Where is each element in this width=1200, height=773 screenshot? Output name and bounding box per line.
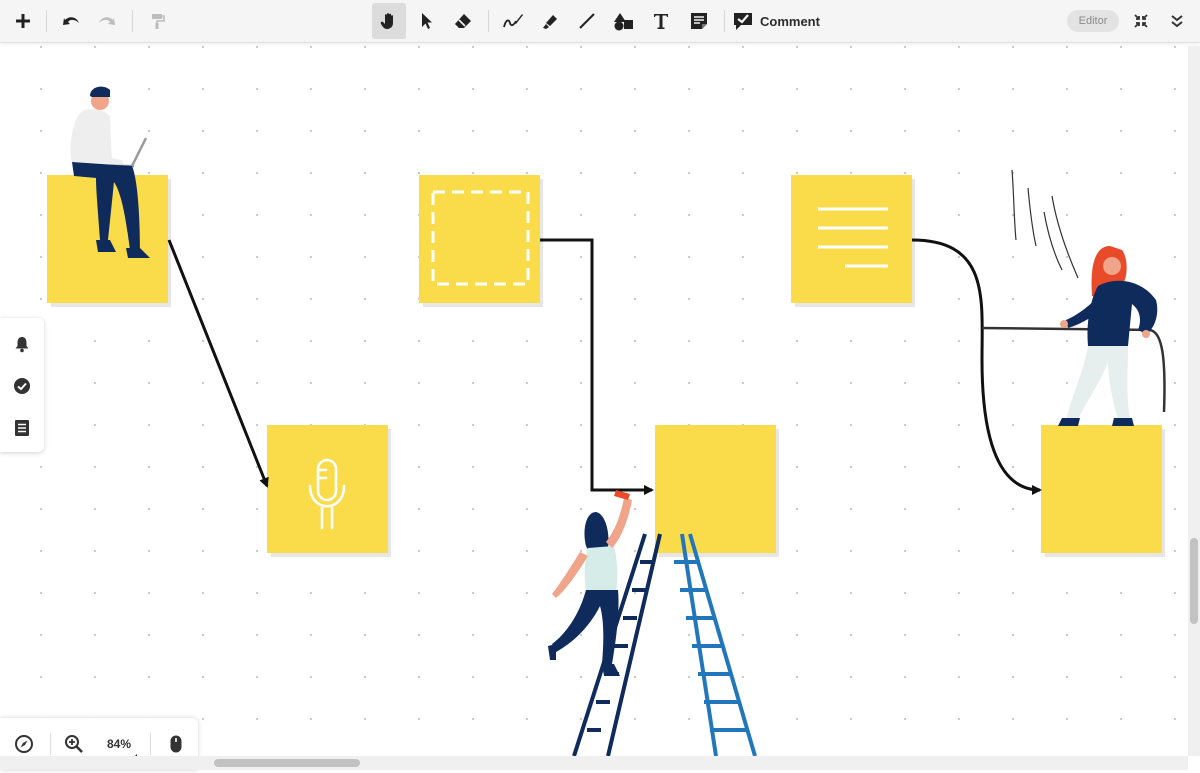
format-painter-button[interactable] bbox=[140, 3, 174, 39]
zoom-in-button[interactable] bbox=[60, 730, 88, 758]
vertical-scrollbar[interactable] bbox=[1188, 46, 1200, 756]
highlighter-icon bbox=[543, 15, 557, 29]
pen-icon bbox=[503, 14, 523, 28]
line-icon bbox=[579, 13, 595, 29]
connector-2 bbox=[540, 238, 654, 495]
check-circle-icon bbox=[14, 378, 30, 394]
eraser-icon bbox=[455, 14, 471, 28]
zoom-in-icon bbox=[65, 735, 83, 753]
zoom-bar-separator bbox=[50, 733, 51, 755]
editor-role-badge[interactable]: Editor bbox=[1067, 10, 1119, 32]
sticky-text-lines[interactable] bbox=[791, 175, 915, 307]
comment-label: Comment bbox=[760, 13, 820, 29]
tasks-button[interactable] bbox=[8, 372, 36, 400]
sticky-note-tool-button[interactable] bbox=[682, 3, 716, 39]
paint-roller-icon bbox=[152, 14, 165, 29]
pen-tool-button[interactable] bbox=[496, 3, 530, 39]
hand-tool-button[interactable] bbox=[372, 3, 406, 39]
shapes-tool-button[interactable] bbox=[606, 3, 640, 39]
eraser-tool-button[interactable] bbox=[446, 3, 480, 39]
mouse-icon bbox=[170, 735, 182, 753]
list-icon bbox=[15, 420, 29, 436]
cursor-arrow-icon bbox=[422, 13, 432, 29]
fullscreen-button[interactable] bbox=[1124, 3, 1158, 39]
line-tool-button[interactable] bbox=[570, 3, 604, 39]
redo-button[interactable] bbox=[90, 3, 124, 39]
sticky-ladder-target[interactable] bbox=[655, 425, 779, 557]
add-button[interactable] bbox=[6, 3, 40, 39]
add-icon bbox=[16, 14, 30, 28]
collapse-arrows-icon bbox=[1134, 14, 1148, 28]
highlighter-tool-button[interactable] bbox=[534, 3, 568, 39]
undo-icon bbox=[63, 17, 79, 25]
more-options-button[interactable] bbox=[1160, 3, 1194, 39]
compass-icon bbox=[15, 735, 33, 753]
toolbar-separator bbox=[724, 10, 725, 32]
select-tool-button[interactable] bbox=[410, 3, 444, 39]
canvas-scene bbox=[47, 86, 1166, 757]
horizontal-scrollbar[interactable] bbox=[0, 756, 1188, 770]
connector-1 bbox=[167, 239, 269, 488]
zoom-level[interactable]: 84% bbox=[100, 734, 138, 754]
shapes-icon bbox=[614, 13, 633, 31]
hand-icon bbox=[380, 13, 393, 29]
toolbar-separator bbox=[488, 10, 489, 32]
redo-icon bbox=[99, 17, 115, 25]
navigator-button[interactable] bbox=[10, 730, 38, 758]
notifications-button[interactable] bbox=[8, 330, 36, 358]
comment-check-icon bbox=[734, 13, 752, 30]
horizontal-scrollbar-thumb[interactable] bbox=[214, 759, 360, 767]
sticky-right[interactable] bbox=[1041, 425, 1165, 557]
top-toolbar: Comment Editor bbox=[0, 0, 1200, 43]
toolbar-separator bbox=[46, 10, 47, 32]
text-tool-button[interactable] bbox=[644, 3, 678, 39]
whiteboard-app: Comment Editor 84% bbox=[0, 0, 1200, 773]
vertical-scrollbar-thumb[interactable] bbox=[1190, 538, 1198, 624]
undo-button[interactable] bbox=[54, 3, 88, 39]
bell-icon bbox=[15, 337, 29, 353]
comment-button[interactable]: Comment bbox=[732, 6, 820, 36]
zoom-bar-separator bbox=[150, 733, 151, 755]
double-chevron-down-icon bbox=[1171, 15, 1183, 28]
sticky-note-icon bbox=[691, 13, 707, 29]
left-side-panel bbox=[0, 318, 44, 452]
text-icon bbox=[654, 14, 668, 29]
person-pulling-rope-illustration bbox=[981, 169, 1166, 426]
input-mode-button[interactable] bbox=[162, 730, 190, 758]
sticky-dashed-frame[interactable] bbox=[419, 175, 543, 307]
connector-3 bbox=[911, 238, 1042, 495]
outline-button[interactable] bbox=[8, 414, 36, 442]
sticky-microphone[interactable] bbox=[267, 425, 391, 557]
toolbar-separator bbox=[132, 10, 133, 32]
